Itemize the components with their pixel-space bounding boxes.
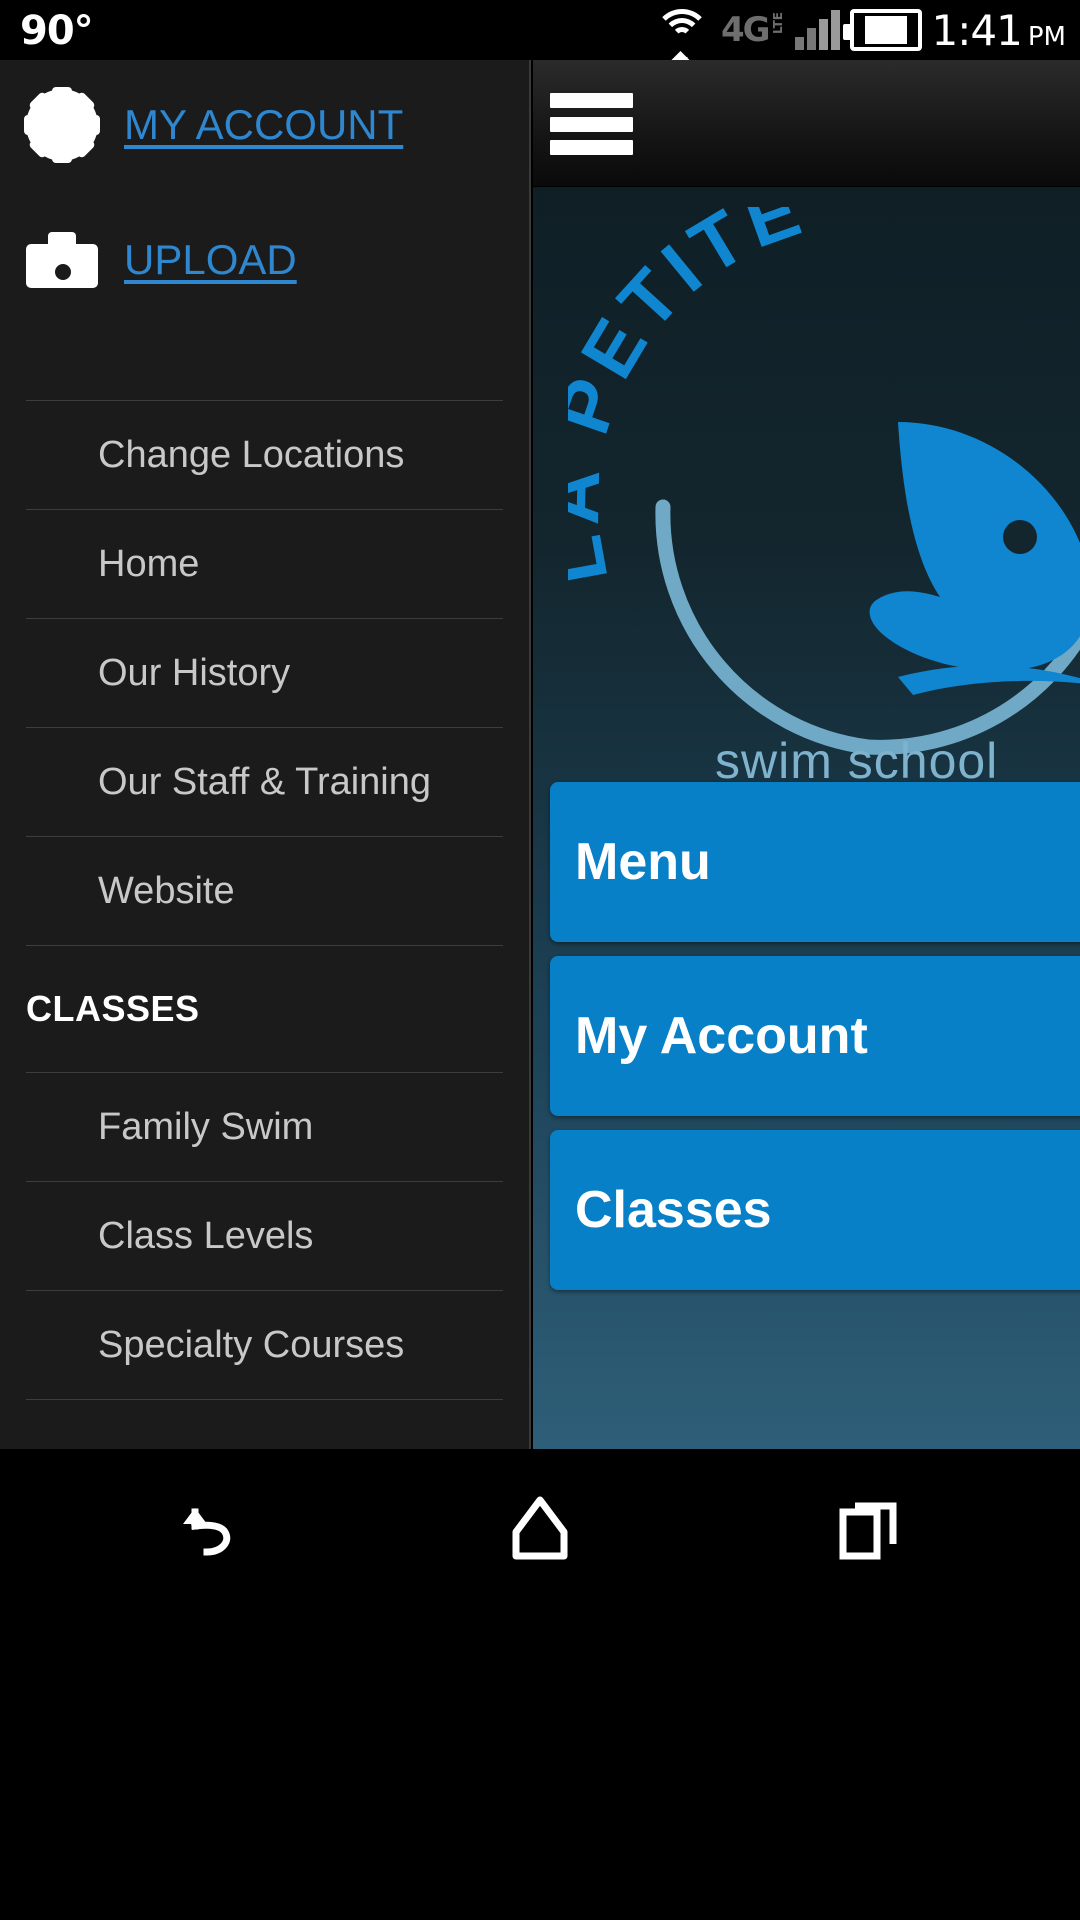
cellular-signal-icon bbox=[794, 10, 840, 50]
drawer-nav-website[interactable]: Website bbox=[0, 837, 529, 945]
nav-item-label: Our Staff & Training bbox=[98, 760, 432, 803]
nav-item-label: Our History bbox=[98, 651, 291, 694]
nav-item-label: Website bbox=[98, 869, 235, 912]
navigation-drawer[interactable]: MY ACCOUNT UPLOAD Change Locations Home … bbox=[0, 60, 531, 1449]
status-icons: 4G LTE 1:41 PM bbox=[653, 0, 1066, 79]
nav-item-label: Family Swim bbox=[98, 1105, 314, 1148]
divider bbox=[26, 1399, 503, 1400]
drawer-nav-specialty-courses[interactable]: Specialty Courses bbox=[0, 1291, 529, 1399]
recent-apps-icon[interactable] bbox=[720, 1449, 1020, 1609]
drawer-nav-family-swim[interactable]: Family Swim bbox=[0, 1073, 529, 1181]
drawer-item-my-account[interactable]: MY ACCOUNT bbox=[0, 60, 529, 190]
clock-time: 1:41 bbox=[931, 5, 1023, 55]
svg-text:LA PETITE: LA PETITE bbox=[568, 207, 817, 590]
drawer-item-label: UPLOAD bbox=[124, 236, 297, 283]
nav-item-label: Class Levels bbox=[98, 1214, 314, 1257]
gear-icon bbox=[24, 87, 100, 163]
drawer-nav-our-staff-training[interactable]: Our Staff & Training bbox=[0, 728, 529, 836]
app-content-panel: LA PETITE swim school Menu My Account Cl… bbox=[533, 60, 1080, 1449]
clock: 1:41 PM bbox=[932, 6, 1066, 55]
camera-icon bbox=[26, 232, 98, 288]
drawer-nav-home[interactable]: Home bbox=[0, 510, 529, 618]
wifi-icon bbox=[653, 5, 711, 79]
brand-logo: LA PETITE swim school bbox=[533, 187, 1080, 837]
drawer-nav-change-locations[interactable]: Change Locations bbox=[0, 401, 529, 509]
button-label: Classes bbox=[575, 1181, 772, 1239]
status-bar: 90° 4G LTE 1:41 PM bbox=[0, 0, 1080, 79]
clock-ampm: PM bbox=[1027, 21, 1066, 52]
android-navigation-bar bbox=[0, 1449, 1080, 1920]
menu-button[interactable]: Menu bbox=[550, 782, 1080, 942]
phone-screen: 90° 4G LTE 1:41 PM MY ACCOUNT UPLOAD Cha… bbox=[0, 0, 1080, 1920]
drawer-section-classes: CLASSES bbox=[0, 946, 529, 1072]
temperature-indicator: 90° bbox=[20, 8, 94, 54]
button-label: My Account bbox=[575, 1007, 868, 1065]
drawer-item-upload[interactable]: UPLOAD bbox=[0, 190, 529, 330]
drawer-item-label: MY ACCOUNT bbox=[124, 101, 404, 148]
home-icon[interactable] bbox=[390, 1449, 690, 1609]
back-icon[interactable] bbox=[60, 1449, 360, 1609]
section-title: CLASSES bbox=[26, 988, 200, 1029]
app-bar bbox=[533, 60, 1080, 187]
my-account-button[interactable]: My Account bbox=[550, 956, 1080, 1116]
lte-label: LTE bbox=[770, 12, 785, 35]
hamburger-menu-icon[interactable] bbox=[550, 93, 633, 155]
nav-item-label: Change Locations bbox=[98, 433, 405, 476]
nav-item-label: Specialty Courses bbox=[98, 1323, 405, 1366]
battery-full-icon bbox=[842, 9, 922, 51]
drawer-nav-class-levels[interactable]: Class Levels bbox=[0, 1182, 529, 1290]
classes-button[interactable]: Classes bbox=[550, 1130, 1080, 1290]
network-type-indicator: 4G LTE bbox=[720, 10, 785, 50]
nav-item-label: Home bbox=[98, 542, 200, 585]
drawer-nav-our-history[interactable]: Our History bbox=[0, 619, 529, 727]
button-label: Menu bbox=[575, 833, 711, 891]
